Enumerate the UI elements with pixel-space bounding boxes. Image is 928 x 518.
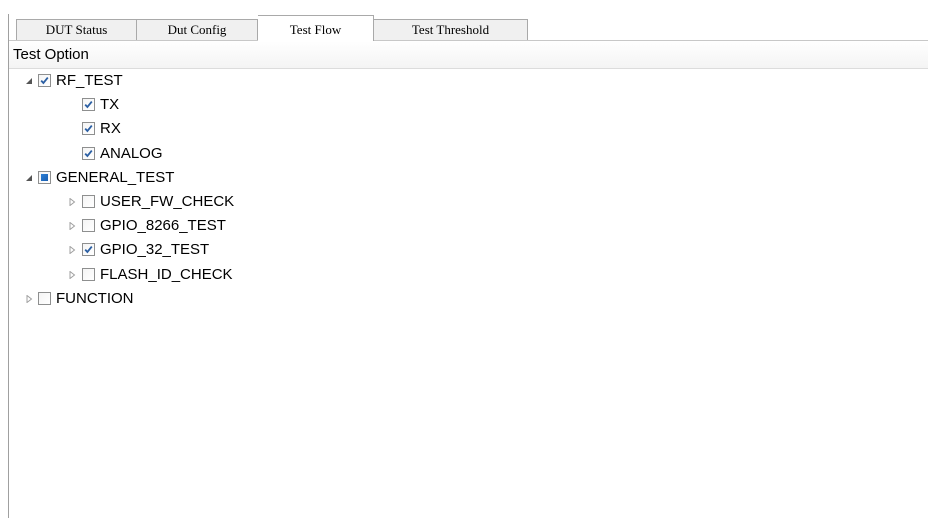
tree-item-label: FLASH_ID_CHECK bbox=[100, 265, 233, 283]
tree-item-label: FUNCTION bbox=[56, 289, 134, 307]
tree-item[interactable]: RF_TEST bbox=[9, 69, 928, 93]
checkbox[interactable] bbox=[82, 243, 95, 257]
expand-arrow-icon[interactable] bbox=[68, 221, 76, 231]
collapse-arrow-icon[interactable] bbox=[25, 174, 33, 182]
tree-item[interactable]: GPIO_32_TEST bbox=[9, 238, 928, 262]
checkbox[interactable] bbox=[82, 267, 95, 281]
test-flow-window: DUT Status Dut Config Test Flow Test Thr… bbox=[0, 0, 928, 518]
checkmark-icon bbox=[84, 125, 93, 133]
expand-arrow-icon[interactable] bbox=[68, 245, 76, 255]
test-option-tree: RF_TEST TX RX ANALOG GENERAL_TEST USER_FW_CHE… bbox=[9, 69, 928, 311]
partial-check-icon bbox=[41, 173, 48, 181]
tree-item[interactable]: TX bbox=[9, 93, 928, 117]
collapse-arrow-icon[interactable] bbox=[25, 77, 33, 85]
tree-item-label: RF_TEST bbox=[56, 72, 123, 89]
checkbox[interactable] bbox=[82, 122, 95, 136]
tree-item[interactable]: GENERAL_TEST bbox=[9, 166, 928, 190]
tree-item-label: GPIO_32_TEST bbox=[100, 241, 210, 259]
expand-arrow-icon[interactable] bbox=[68, 197, 76, 207]
checkbox[interactable] bbox=[82, 219, 95, 233]
checkbox[interactable] bbox=[38, 74, 51, 87]
checkmark-icon bbox=[84, 149, 93, 157]
tree-item[interactable]: GPIO_8266_TEST bbox=[9, 214, 928, 238]
tree-item-label: TX bbox=[100, 96, 120, 114]
tree-item[interactable]: USER_FW_CHECK bbox=[9, 190, 928, 214]
checkmark-icon bbox=[84, 101, 93, 109]
tree-item-label: RX bbox=[100, 120, 121, 138]
tab-test-flow[interactable]: Test Flow bbox=[258, 15, 374, 41]
tab-test-threshold[interactable]: Test Threshold bbox=[374, 19, 528, 40]
checkbox[interactable] bbox=[38, 170, 51, 184]
tree-item[interactable]: FLASH_ID_CHECK bbox=[9, 263, 928, 287]
checkbox[interactable] bbox=[38, 291, 51, 305]
tab-dut-config[interactable]: Dut Config bbox=[137, 19, 258, 40]
checkbox[interactable] bbox=[82, 98, 95, 112]
tree-item[interactable]: ANALOG bbox=[9, 142, 928, 166]
tab-bar: DUT Status Dut Config Test Flow Test Thr… bbox=[9, 14, 928, 41]
expand-arrow-icon[interactable] bbox=[68, 269, 76, 280]
tree-item[interactable]: RX bbox=[9, 117, 928, 141]
tree-item-label: ANALOG bbox=[100, 144, 163, 162]
tree-item-label: GENERAL_TEST bbox=[56, 168, 175, 186]
tab-dut-status[interactable]: DUT Status bbox=[16, 19, 137, 40]
checkbox[interactable] bbox=[82, 194, 95, 208]
expand-arrow-icon[interactable] bbox=[25, 294, 33, 304]
tree-item-label: GPIO_8266_TEST bbox=[100, 217, 226, 235]
tree-item-label: USER_FW_CHECK bbox=[100, 192, 235, 210]
test-option-panel: Test Option RF_TEST TX RX ANALOG GENERAL_TES… bbox=[9, 41, 928, 518]
checkmark-icon bbox=[40, 77, 49, 85]
tree-item[interactable]: FUNCTION bbox=[9, 287, 928, 311]
checkmark-icon bbox=[84, 246, 93, 254]
column-header-test-option[interactable]: Test Option bbox=[9, 41, 928, 69]
checkbox[interactable] bbox=[82, 146, 95, 160]
